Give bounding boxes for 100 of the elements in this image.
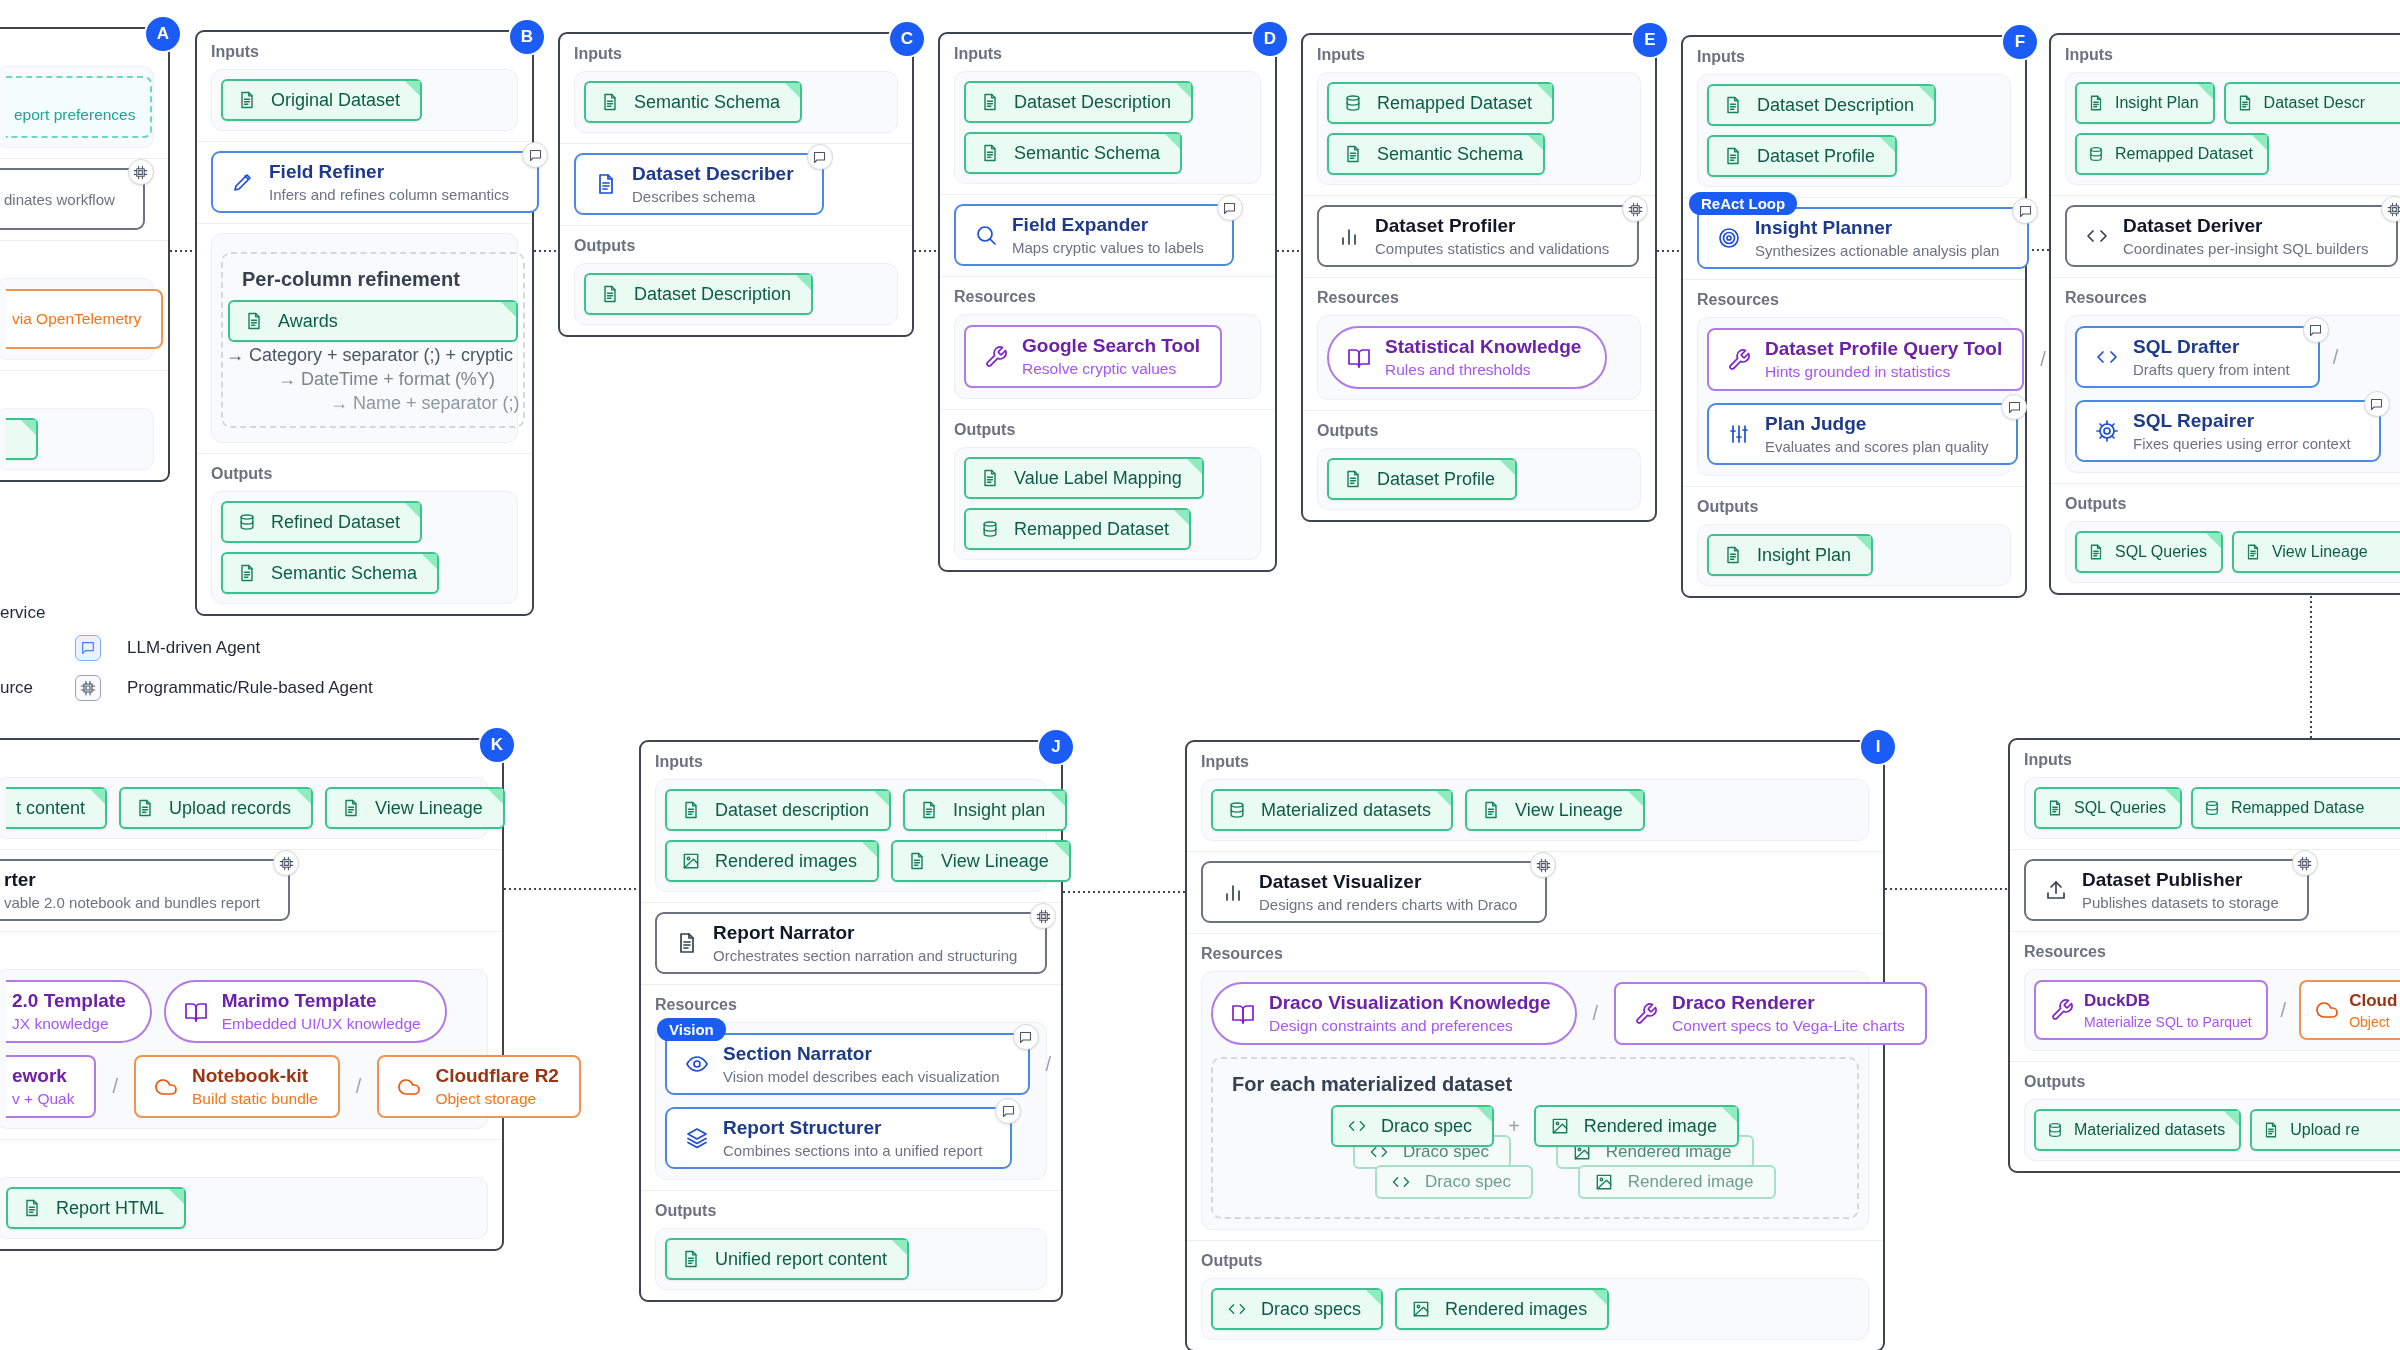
resource-title: DuckDB	[2084, 990, 2152, 1011]
chip-label: Semantic Schema	[271, 562, 418, 584]
section-label: Outputs	[2024, 1072, 2087, 1092]
wrench-icon	[2050, 998, 2074, 1022]
loop-step-text: → Category + separator (;) + cryptic	[226, 345, 514, 366]
loop-title: Per-column refinement	[242, 268, 460, 291]
section-label: Outputs	[655, 1201, 718, 1221]
folded-corner-icon	[405, 503, 421, 518]
resource-title: Marimo Template	[221, 990, 378, 1012]
agent-description: Infers and refines column semantics	[269, 186, 510, 203]
target-icon	[1717, 226, 1741, 250]
resource-description: Object storage	[435, 1090, 538, 1108]
folded-corner-icon	[2251, 135, 2267, 150]
resource-description: Object	[2349, 1013, 2391, 1030]
agent-description: Orchestrates section narration and structuring	[713, 947, 1018, 964]
legend-text: urce	[0, 678, 35, 698]
section-label: Resources	[1317, 288, 1400, 308]
folded-corner-icon	[1528, 135, 1544, 150]
wrench-icon	[1727, 347, 1751, 372]
separator-text: /	[2039, 348, 2047, 371]
agent-title: Dataset Describer	[632, 163, 794, 185]
agent-description: Synthesizes actionable analysis plan	[1755, 242, 2000, 259]
chip-label: Semantic Schema	[1377, 143, 1524, 165]
section-label: Inputs	[655, 752, 704, 772]
chip-label: Dataset description	[715, 799, 870, 821]
resource-description: Materialize SQL to Parquet	[2084, 1013, 2252, 1030]
chip-label: Insight plan	[953, 799, 1046, 821]
chip-label: Remapped Datase	[2230, 799, 2365, 817]
chip-label: Dataset Description	[1757, 94, 1915, 116]
chip-label: View Lineage	[941, 850, 1049, 872]
chip-label: Draco specs	[1261, 1298, 1362, 1320]
section-label: Resources	[954, 287, 1037, 307]
stage-badge: D	[1253, 22, 1287, 56]
stage-badge: K	[480, 728, 514, 762]
resource-description: Hints grounded in statistics	[1765, 363, 1952, 381]
folded-corner-icon	[1500, 460, 1516, 475]
database-icon	[2046, 1121, 2064, 1139]
folded-corner-icon	[487, 789, 503, 804]
folded-corner-icon	[1592, 1290, 1608, 1305]
section-label: Resources	[2065, 288, 2148, 308]
folded-corner-icon	[1880, 137, 1896, 152]
resource-title: Dataset Profile Query Tool	[1765, 338, 2003, 360]
settings-icon	[2095, 419, 2119, 443]
resource-description: via OpenTelemetry	[12, 310, 142, 328]
wrench-icon	[984, 344, 1008, 369]
loop-step-text: → Name + separator (;)	[330, 393, 520, 414]
chip-label: View Lineage	[2271, 543, 2368, 561]
folded-corner-icon	[1176, 83, 1192, 98]
folded-corner-icon	[1627, 791, 1643, 806]
section-label: Resources	[655, 995, 738, 1015]
separator-text: /	[2331, 345, 2340, 369]
chip-label: Materialized datasets	[1261, 799, 1432, 821]
agent-description: Evaluates and scores plan quality	[1765, 438, 1989, 455]
plus-text: +	[1507, 1114, 1521, 1139]
chip-label: SQL Queries	[2115, 543, 2207, 561]
agent-title: Dataset Publisher	[2082, 869, 2244, 891]
section-label: Inputs	[1201, 752, 1250, 772]
chip-label: Rendered images	[1445, 1298, 1588, 1320]
chip-label: Report HTML	[56, 1197, 165, 1219]
section-label: Inputs	[2024, 750, 2073, 770]
folded-corner-icon	[892, 1240, 908, 1255]
folded-corner-icon	[1053, 842, 1069, 857]
folded-corner-icon	[1919, 86, 1935, 101]
agent-title: Dataset Deriver	[2123, 215, 2264, 237]
chip-label: Refined Dataset	[271, 511, 401, 533]
loop-title: For each materialized dataset	[1232, 1073, 1513, 1096]
database-icon	[980, 519, 1000, 539]
agent-description: Fixes queries using error context	[2133, 435, 2351, 452]
section-label: Outputs	[1317, 421, 1380, 441]
section-label: Resources	[2024, 942, 2107, 962]
upload-icon	[2044, 878, 2068, 902]
chip-label: Awards	[278, 310, 338, 332]
chip-label: View Lineage	[375, 797, 483, 819]
stage-badge: B	[510, 20, 544, 54]
folded-corner-icon	[1050, 791, 1066, 806]
database-icon	[1227, 800, 1247, 820]
agent-title: Report Narrator	[713, 922, 856, 944]
legend-text: LLM-driven Agent	[126, 638, 262, 658]
sliders-icon	[1727, 422, 1751, 446]
stage-badge: C	[890, 22, 924, 56]
section-label: Inputs	[954, 44, 1003, 64]
agent-title: Dataset Visualizer	[1259, 871, 1423, 893]
chip-label: Value Label Mapping	[1014, 467, 1182, 489]
section-label: Inputs	[574, 44, 623, 64]
database-icon	[1343, 93, 1363, 113]
chip-label: Draco spec	[1381, 1115, 1473, 1137]
agent-tag: ReAct Loop	[1689, 192, 1798, 215]
agent-description: Drafts query from intent	[2133, 361, 2290, 378]
image-icon	[681, 851, 701, 871]
resource-description: Resolve cryptic values	[1022, 360, 1178, 378]
agent-title: Section Narrator	[723, 1043, 873, 1065]
chip-label: Semantic Schema	[634, 91, 781, 113]
agent-description: dinates workflow	[4, 190, 115, 208]
section-label: Inputs	[1697, 47, 1746, 67]
section-label: Outputs	[1201, 1251, 1264, 1271]
chip-label: Upload records	[169, 797, 292, 819]
section-label: Resources	[1201, 944, 1284, 964]
chip-label: Dataset Profile	[1757, 145, 1876, 167]
note-text: eport preferences	[14, 106, 136, 124]
layers-icon	[685, 1126, 709, 1150]
